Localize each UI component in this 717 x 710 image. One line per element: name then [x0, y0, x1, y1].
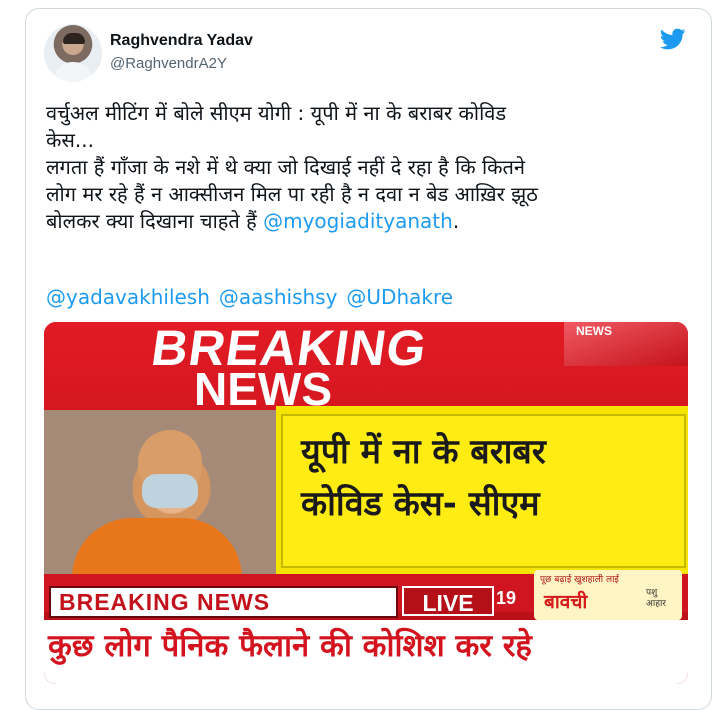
mentions-row: @yadavakhilesh @aashishsy @UDhakre [46, 284, 462, 310]
tweet-line-5-end: . [452, 209, 460, 233]
speaker-mask [142, 474, 198, 508]
tweet-media-image[interactable]: BREAKING NEWS NEWS यूपी में ना के बराबर … [44, 322, 688, 684]
sponsor-tagline: पूछ बढ़ाई खुशहाली लाई [540, 575, 619, 585]
twitter-bird-icon[interactable] [657, 26, 689, 52]
tweet-body: वर्चुअल मीटिंग में बोले सीएम योगी : यूपी… [46, 100, 696, 235]
mention-link-udhakre[interactable]: @UDhakre [346, 285, 453, 309]
headline-panel: यूपी में ना के बराबर कोविड केस- सीएम [276, 406, 688, 574]
breaking-news-label: BREAKING NEWS [59, 589, 271, 615]
tweet-line-5: बोलकर क्या दिखाना चाहते हैं @myogiaditya… [46, 209, 459, 233]
sponsor-ad: पूछ बढ़ाई खुशहाली लाई बावची पशु आहार [534, 570, 682, 620]
live-number: 19 [496, 588, 517, 608]
headline-panel-inner: यूपी में ना के बराबर कोविड केस- सीएम [281, 414, 686, 568]
sponsor-side-text: पशु आहार [646, 588, 666, 609]
breaking-news-strip: BREAKING NEWS [49, 586, 398, 618]
user-handle[interactable]: @RaghvendrA2Y [110, 55, 227, 72]
tweet-line-2: केस... [46, 128, 94, 152]
news-title: NEWS [194, 363, 332, 415]
headline-text: यूपी में ना के बराबर कोविड केस- सीएम [301, 432, 546, 524]
mention-link-myogiadityanath[interactable]: @myogiadityanath [263, 209, 453, 233]
sponsor-brand: बावची [544, 591, 588, 613]
live-badge: LIVE [402, 586, 494, 616]
avatar-shirt [54, 62, 92, 82]
channel-logo: NEWS [564, 322, 688, 366]
user-name[interactable]: Raghvendra Yadav [110, 32, 253, 50]
tweet-line-3: लगता हैं गाँजा के नशे में थे क्या जो दिख… [46, 155, 526, 179]
tweet-line-4: लोग मर रहे हैं न आक्सीजन मिल पा रही है न… [46, 182, 538, 206]
bottom-ticker-text: कुछ लोग पैनिक फैलाने की कोशिश कर रहे [48, 628, 532, 664]
avatar[interactable] [44, 24, 102, 82]
tweet-line-1: वर्चुअल मीटिंग में बोले सीएम योगी : यूपी… [46, 101, 507, 125]
avatar-hair [63, 33, 85, 44]
tweet-line-5-text: बोलकर क्या दिखाना चाहते हैं [46, 209, 264, 233]
mention-link-aashishsy[interactable]: @aashishsy [219, 285, 338, 309]
mention-link-yadavakhilesh[interactable]: @yadavakhilesh [46, 285, 210, 309]
